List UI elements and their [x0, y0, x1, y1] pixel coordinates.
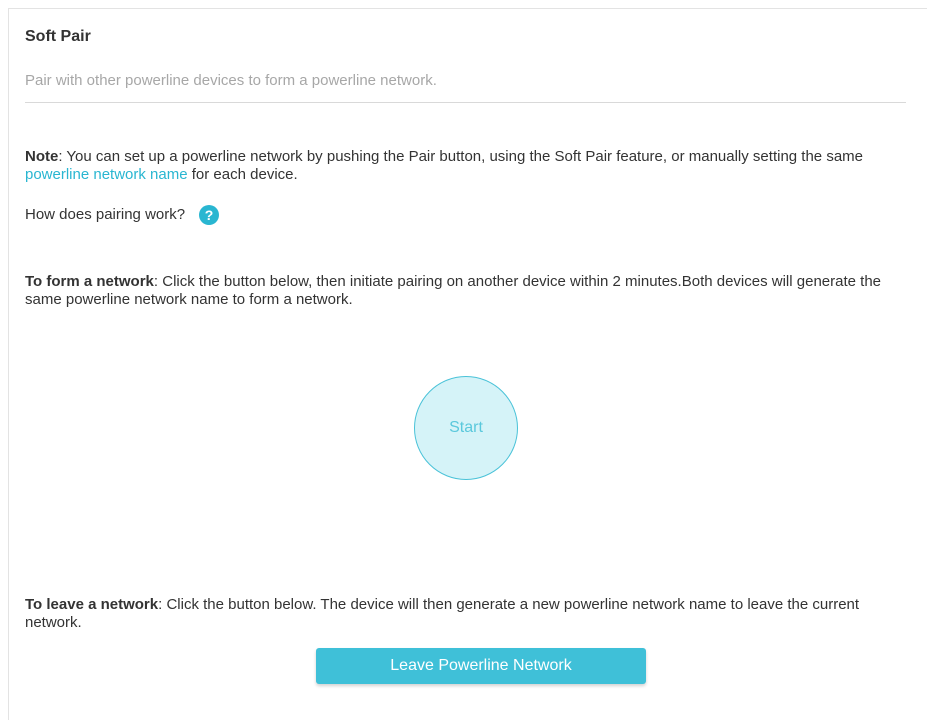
header-divider: [25, 102, 906, 103]
note-text-after: for each device.: [187, 166, 298, 183]
form-network-paragraph: To form a network: Click the button belo…: [25, 273, 915, 309]
page-subtitle: Pair with other powerline devices to for…: [25, 72, 437, 89]
question-circle-icon[interactable]: ?: [199, 205, 220, 225]
powerline-network-name-link[interactable]: powerline network name: [25, 166, 188, 183]
leave-network-label: To leave a network: [25, 596, 159, 613]
leave-network-paragraph: To leave a network: Click the button bel…: [25, 596, 915, 632]
how-pairing-row: How does pairing work? ?: [25, 205, 220, 225]
form-network-text: : Click the button below, then initiate …: [25, 273, 882, 308]
page-title: Soft Pair: [25, 28, 91, 45]
note-text-before: : You can set up a powerline network by …: [58, 148, 863, 165]
leave-powerline-network-button[interactable]: Leave Powerline Network: [316, 648, 646, 684]
form-network-label: To form a network: [25, 273, 154, 290]
how-pairing-text: How does pairing work?: [25, 206, 186, 223]
start-button[interactable]: Start: [414, 376, 518, 480]
note-paragraph: Note: You can set up a powerline network…: [25, 148, 915, 184]
note-label: Note: [25, 148, 59, 165]
